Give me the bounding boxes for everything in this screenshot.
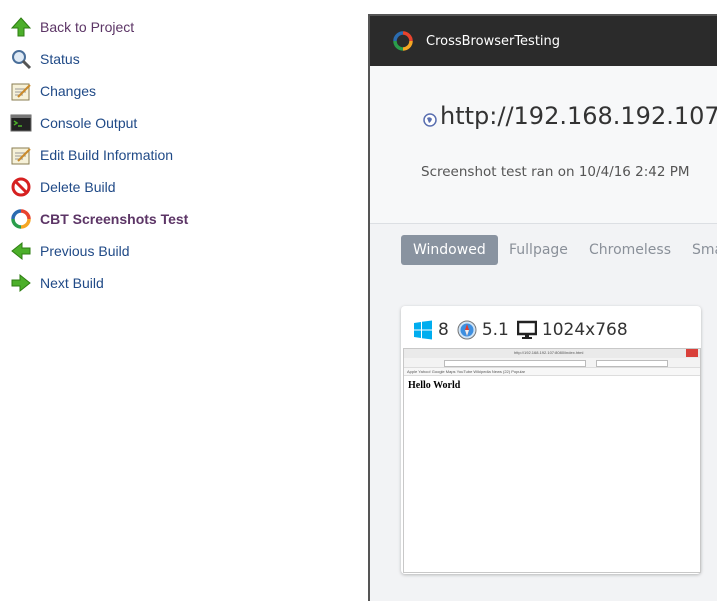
terminal-icon bbox=[10, 112, 32, 134]
no-entry-icon bbox=[10, 176, 32, 198]
thumb-address-bar bbox=[444, 360, 586, 367]
console-output-link[interactable]: Console Output bbox=[10, 111, 137, 135]
thumb-search-bar bbox=[596, 360, 668, 367]
previous-build-link[interactable]: Previous Build bbox=[10, 239, 130, 263]
cbt-screenshots-test-link[interactable]: CBT Screenshots Test bbox=[10, 207, 188, 231]
thumb-navbar bbox=[404, 358, 700, 368]
windows-icon bbox=[414, 320, 432, 340]
resolution-spec: 1024x768 bbox=[516, 320, 628, 340]
cbt-logo-icon bbox=[10, 208, 32, 230]
tab-small[interactable]: Sma bbox=[692, 235, 717, 265]
right-arrow-icon bbox=[10, 272, 32, 294]
magnifier-icon bbox=[10, 48, 32, 70]
status-label: Status bbox=[40, 51, 80, 67]
tab-chromeless[interactable]: Chromeless bbox=[589, 235, 671, 265]
tab-windowed[interactable]: Windowed bbox=[401, 235, 498, 265]
notepad-icon bbox=[10, 144, 32, 166]
globe-icon bbox=[423, 113, 437, 127]
previous-build-label: Previous Build bbox=[40, 243, 130, 259]
left-arrow-icon bbox=[10, 240, 32, 262]
notepad-icon bbox=[10, 80, 32, 102]
screenshot-card[interactable]: 8 5.1 1024x768 http://192.168.192.107:80… bbox=[401, 306, 701, 574]
os-version: 8 bbox=[438, 320, 449, 340]
back-to-project-link[interactable]: Back to Project bbox=[10, 15, 134, 39]
cbt-screenshots-test-label: CBT Screenshots Test bbox=[40, 211, 189, 227]
thumb-titlebar: http://192.168.192.107:8080/index.html bbox=[404, 349, 700, 358]
screenshot-thumbnail[interactable]: http://192.168.192.107:8080/index.html A… bbox=[403, 348, 701, 573]
test-header bbox=[370, 66, 717, 224]
back-to-project-label: Back to Project bbox=[40, 19, 135, 35]
config-specs: 8 5.1 1024x768 bbox=[413, 318, 636, 342]
next-build-label: Next Build bbox=[40, 275, 104, 291]
tab-fullpage[interactable]: Fullpage bbox=[509, 235, 568, 265]
thumb-bookmarks: Apple Yahoo! Google Maps YouTube Wikiped… bbox=[404, 368, 700, 376]
os-spec: 8 bbox=[413, 320, 449, 340]
status-link[interactable]: Status bbox=[10, 47, 80, 71]
changes-label: Changes bbox=[40, 83, 97, 99]
delete-build-label: Delete Build bbox=[40, 179, 116, 195]
edit-build-information-label: Edit Build Information bbox=[40, 147, 174, 163]
changes-link[interactable]: Changes bbox=[10, 79, 96, 103]
monitor-icon bbox=[516, 320, 537, 339]
cbt-brand-name: CrossBrowserTesting bbox=[426, 34, 561, 49]
tested-url: http://192.168.192.107:8 bbox=[440, 102, 717, 130]
delete-build-link[interactable]: Delete Build bbox=[10, 175, 116, 199]
cbt-logo-icon bbox=[393, 31, 413, 51]
next-build-link[interactable]: Next Build bbox=[10, 271, 104, 295]
console-output-label: Console Output bbox=[40, 115, 138, 131]
edit-build-information-link[interactable]: Edit Build Information bbox=[10, 143, 173, 167]
resolution: 1024x768 bbox=[541, 320, 628, 340]
up-arrow-icon bbox=[10, 16, 32, 38]
cbt-topbar: CrossBrowserTesting bbox=[370, 16, 717, 66]
browser-version: 5.1 bbox=[481, 320, 509, 340]
cbt-results-panel: CrossBrowserTesting http://192.168.192.1… bbox=[368, 14, 717, 601]
thumb-title: http://192.168.192.107:8080/index.html bbox=[514, 350, 584, 355]
safari-icon bbox=[457, 320, 477, 340]
thumb-close-icon bbox=[686, 349, 698, 357]
thumb-page-text: Hello World bbox=[408, 380, 461, 391]
test-ran-timestamp: Screenshot test ran on 10/4/16 2:42 PM bbox=[421, 164, 690, 180]
browser-spec: 5.1 bbox=[457, 320, 509, 340]
